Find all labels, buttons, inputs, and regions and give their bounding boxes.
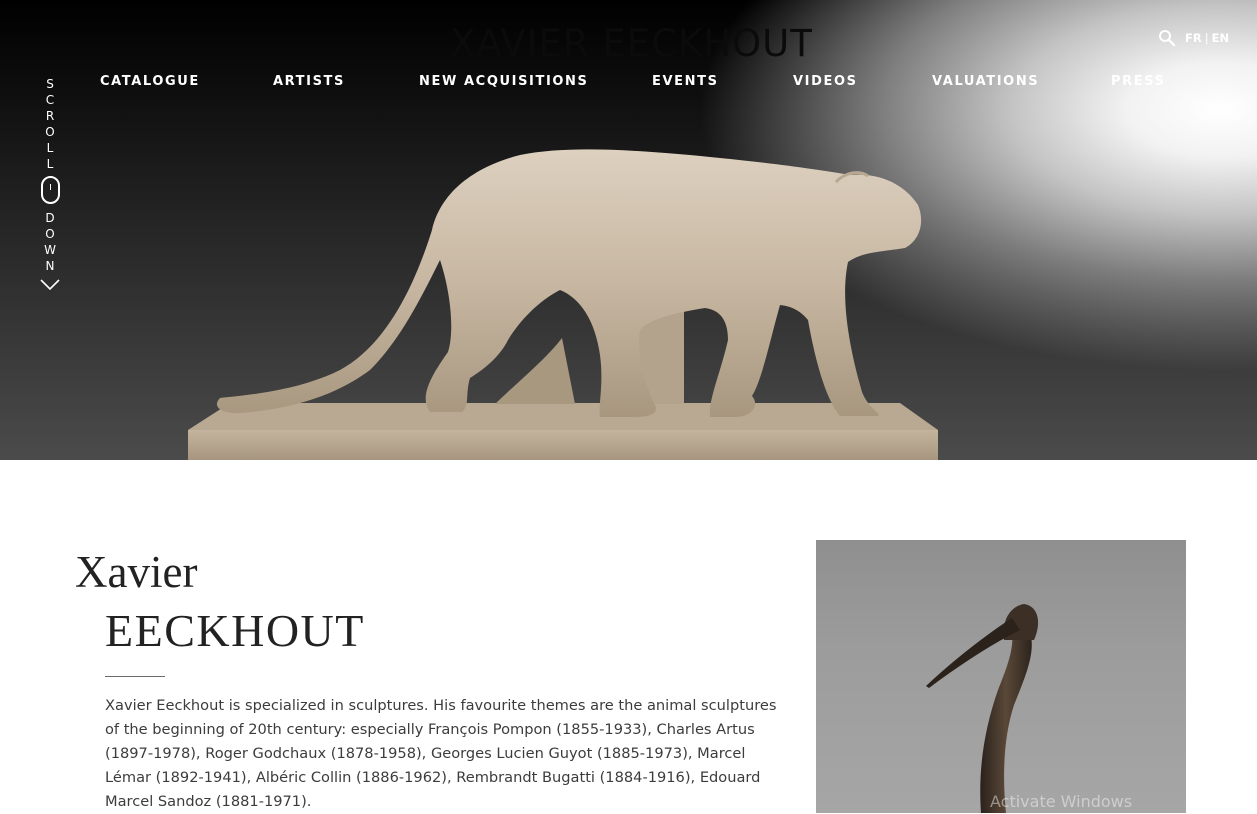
down-label: D O W N: [44, 211, 56, 273]
mouse-icon: [40, 176, 60, 204]
title-divider: [105, 676, 165, 677]
scroll-label: S C R O L L: [45, 77, 55, 171]
lang-en-link[interactable]: EN: [1212, 31, 1229, 45]
page-title-first-name: Xavier: [75, 547, 198, 597]
chevron-down-icon: [40, 278, 60, 296]
nav-item-new-acquisitions[interactable]: NEW ACQUISITIONS: [419, 74, 588, 90]
nav-item-valuations[interactable]: VALUATIONS: [932, 74, 1039, 90]
activate-windows-watermark: Activate Windows: [990, 792, 1133, 811]
search-icon[interactable]: [1158, 29, 1176, 47]
nav-item-videos[interactable]: VIDEOS: [793, 74, 858, 90]
language-switcher: FR | EN: [1185, 30, 1229, 46]
nav-item-artists[interactable]: ARTISTS: [273, 74, 345, 90]
page-title-last-name: EECKHOUT: [105, 605, 365, 656]
panther-sculpture-image: [188, 149, 938, 460]
lang-fr-link[interactable]: FR: [1185, 31, 1202, 45]
hero-banner: XAVIER EECKHOUT CATALOGUE ARTISTS NEW AC…: [0, 0, 1257, 460]
nav-item-press[interactable]: PRESS: [1111, 74, 1166, 90]
main-navigation: CATALOGUE ARTISTS NEW ACQUISITIONS EVENT…: [0, 74, 1257, 94]
ibis-sculpture-image: [816, 540, 1186, 813]
nav-item-catalogue[interactable]: CATALOGUE: [100, 74, 200, 90]
scroll-down-indicator[interactable]: S C R O L L D O W N: [40, 76, 60, 296]
site-logo[interactable]: XAVIER EECKHOUT: [450, 24, 812, 64]
bio-paragraph: Xavier Eeckhout is specialized in sculpt…: [105, 697, 777, 810]
lang-separator: |: [1204, 31, 1209, 45]
nav-item-events[interactable]: EVENTS: [652, 74, 719, 90]
